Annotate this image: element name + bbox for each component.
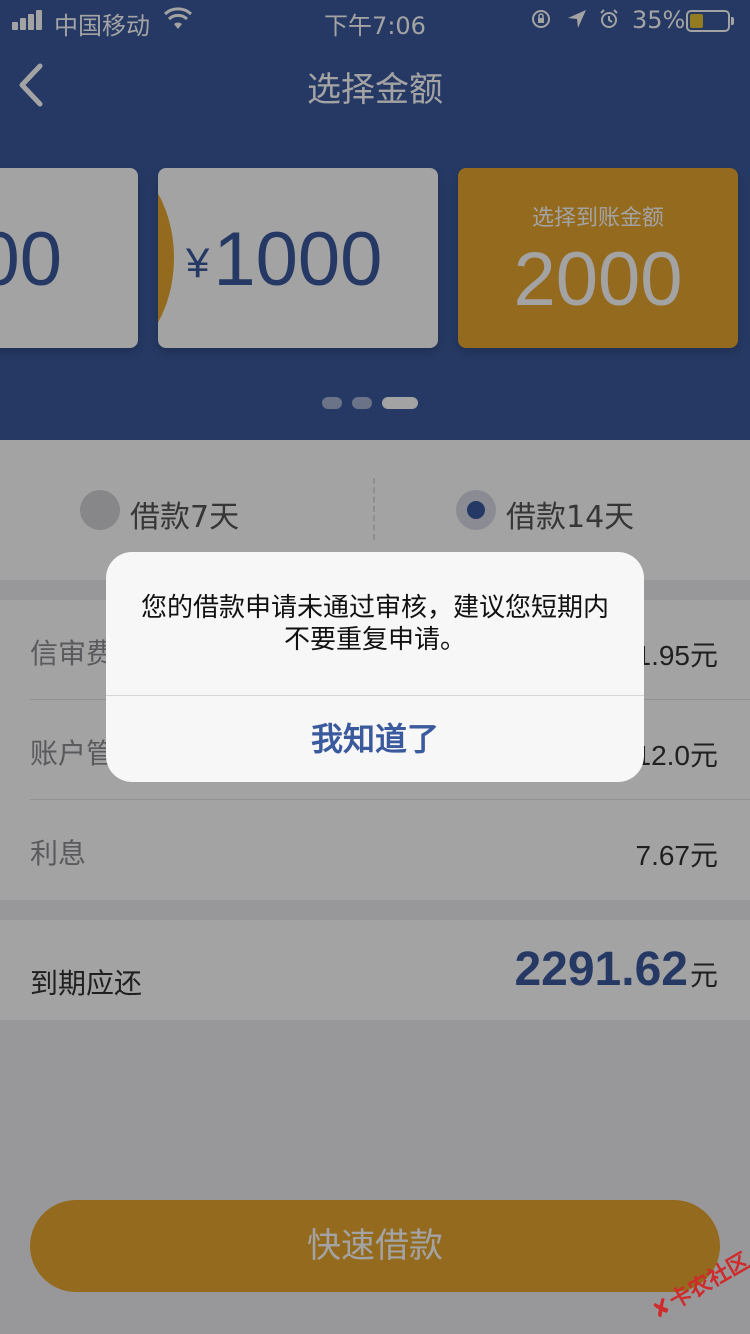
dialog-message: 您的借款申请未通过审核，建议您短期内不要重复申请。 [140,593,609,655]
dialog-ok-button[interactable]: 我知道了 [106,696,644,782]
alert-dialog: 您的借款申请未通过审核，建议您短期内不要重复申请。 我知道了 [106,552,644,782]
loan-amount-screen: 中国移动 下午7:06 35% 选择金额 0 ¥1000 选择到账金额 2000… [0,0,750,1334]
